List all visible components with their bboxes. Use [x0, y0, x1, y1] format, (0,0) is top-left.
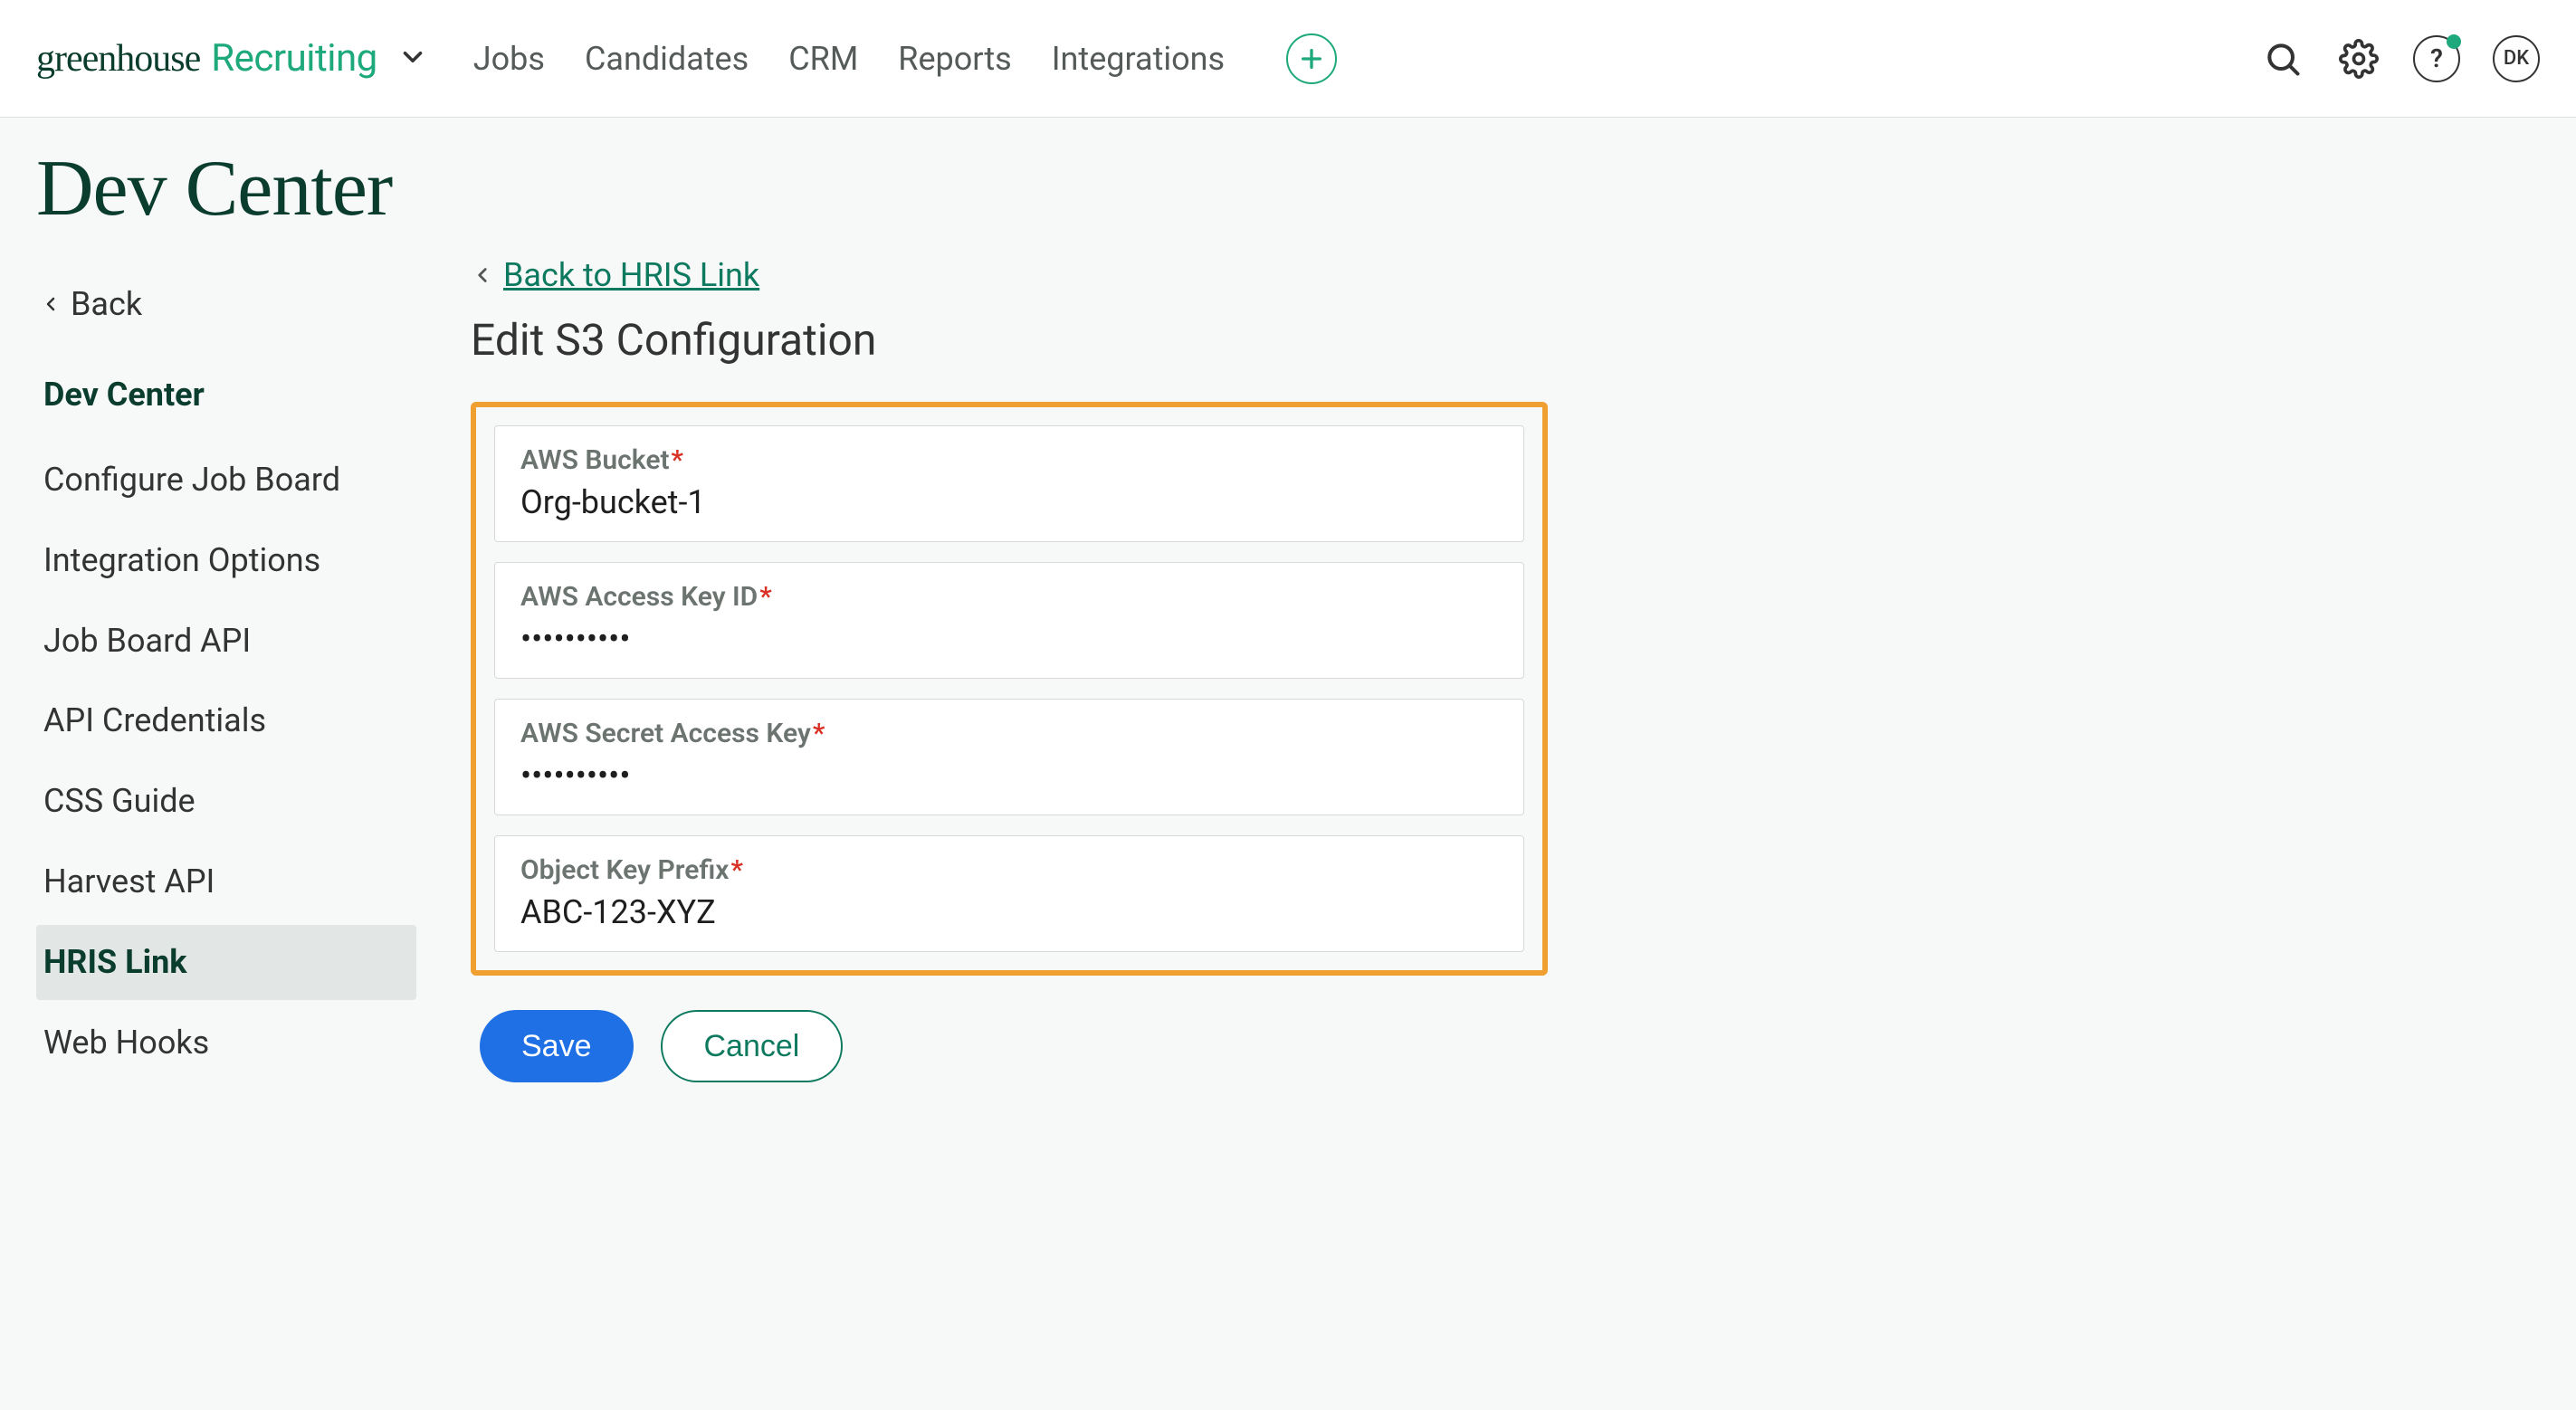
header-right: ? DK — [2261, 35, 2540, 82]
required-icon: * — [730, 854, 742, 886]
field-label: Object Key Prefix* — [520, 854, 1498, 886]
field-label: AWS Secret Access Key* — [520, 718, 1498, 749]
sidebar-back-label: Back — [71, 285, 142, 323]
logo-greenhouse: greenhouse — [36, 37, 200, 81]
required-icon: * — [759, 581, 771, 613]
sidebar-item-job-board-api[interactable]: Job Board API — [36, 604, 416, 679]
form-title: Edit S3 Configuration — [471, 314, 2540, 366]
sidebar-back[interactable]: Back — [36, 285, 416, 323]
page: Dev Center Back Dev Center Configure Job… — [0, 118, 2576, 1139]
nav-integrations[interactable]: Integrations — [1052, 40, 1225, 78]
chevron-left-icon — [471, 263, 494, 287]
chevron-down-icon[interactable] — [397, 42, 428, 76]
form-highlight: AWS Bucket* AWS Access Key ID* AWS Secre… — [471, 402, 1548, 976]
nav-crm[interactable]: CRM — [788, 40, 858, 78]
search-icon[interactable] — [2261, 37, 2304, 81]
nav-jobs[interactable]: Jobs — [473, 40, 545, 78]
save-button[interactable]: Save — [480, 1010, 634, 1082]
back-link-label: Back to HRIS Link — [503, 256, 759, 294]
notification-dot-icon — [2447, 34, 2461, 49]
sidebar-item-integration-options[interactable]: Integration Options — [36, 523, 416, 598]
field-label: AWS Access Key ID* — [520, 581, 1498, 613]
gear-icon[interactable] — [2337, 37, 2380, 81]
cancel-button[interactable]: Cancel — [661, 1010, 844, 1082]
main: Back to HRIS Link Edit S3 Configuration … — [471, 256, 2540, 1085]
field-object-key-prefix[interactable]: Object Key Prefix* — [494, 835, 1524, 952]
sidebar-item-css-guide[interactable]: CSS Guide — [36, 764, 416, 839]
sidebar-item-configure-job-board[interactable]: Configure Job Board — [36, 443, 416, 518]
sidebar-item-harvest-api[interactable]: Harvest API — [36, 844, 416, 919]
avatar[interactable]: DK — [2493, 35, 2540, 82]
required-icon: * — [672, 444, 683, 476]
logo[interactable]: greenhouse Recruiting — [36, 36, 428, 81]
nav-candidates[interactable]: Candidates — [585, 40, 749, 78]
object-key-prefix-input[interactable] — [520, 893, 1498, 931]
aws-secret-access-key-input[interactable] — [520, 757, 1498, 795]
nav-reports[interactable]: Reports — [898, 40, 1011, 78]
help-question-mark: ? — [2430, 43, 2443, 73]
form-actions: Save Cancel — [480, 1010, 2540, 1082]
main-nav: Jobs Candidates CRM Reports Integrations — [473, 33, 2261, 84]
sidebar: Back Dev Center Configure Job Board Inte… — [36, 256, 416, 1085]
add-button[interactable] — [1286, 33, 1337, 84]
content-row: Back Dev Center Configure Job Board Inte… — [36, 256, 2540, 1085]
sidebar-item-api-credentials[interactable]: API Credentials — [36, 683, 416, 758]
field-aws-bucket[interactable]: AWS Bucket* — [494, 425, 1524, 542]
help-icon[interactable]: ? — [2413, 35, 2460, 82]
page-title: Dev Center — [36, 143, 2540, 234]
header: greenhouse Recruiting Jobs Candidates CR… — [0, 0, 2576, 118]
back-to-hris-link[interactable]: Back to HRIS Link — [471, 256, 759, 294]
aws-bucket-input[interactable] — [520, 483, 1498, 521]
field-aws-secret-access-key[interactable]: AWS Secret Access Key* — [494, 699, 1524, 815]
sidebar-item-web-hooks[interactable]: Web Hooks — [36, 1005, 416, 1081]
field-aws-access-key-id[interactable]: AWS Access Key ID* — [494, 562, 1524, 679]
sidebar-item-hris-link[interactable]: HRIS Link — [36, 925, 416, 1000]
logo-recruiting: Recruiting — [211, 36, 377, 81]
sidebar-heading: Dev Center — [36, 363, 416, 426]
chevron-left-icon — [40, 293, 62, 315]
field-label: AWS Bucket* — [520, 444, 1498, 476]
required-icon: * — [813, 718, 825, 749]
aws-access-key-id-input[interactable] — [520, 620, 1498, 658]
